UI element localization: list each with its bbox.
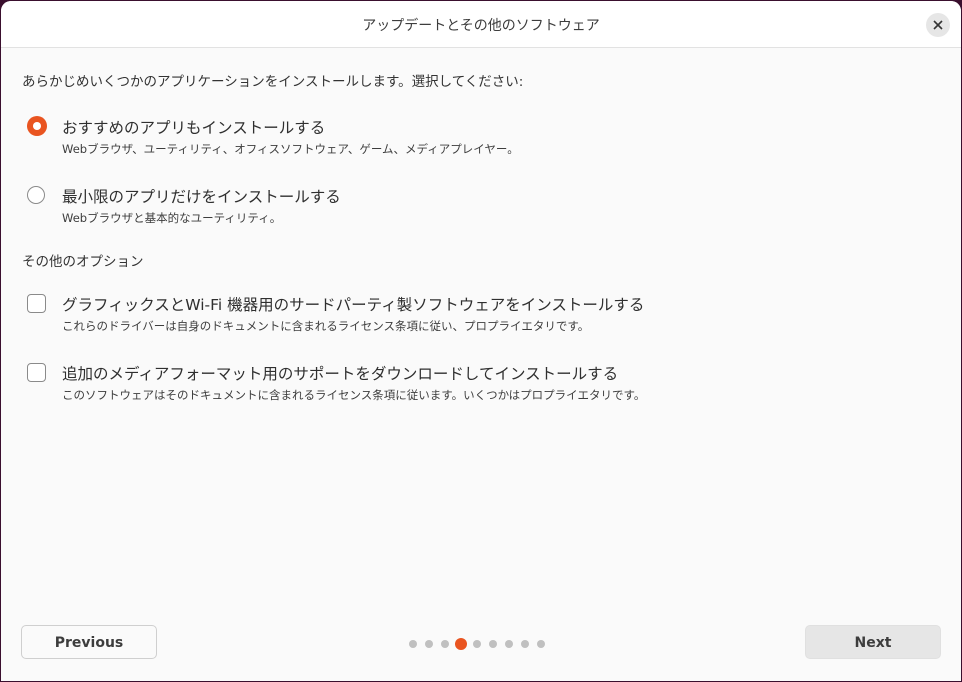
option-description: Webブラウザ、ユーティリティ、オフィスソフトウェア、ゲーム、メディアプレイヤー… (62, 142, 519, 156)
checkbox-third-party[interactable] (27, 294, 46, 313)
page-dot (505, 640, 513, 648)
option-description: Webブラウザと基本的なユーティリティ。 (62, 211, 282, 225)
page-dot (473, 640, 481, 648)
close-button[interactable] (926, 13, 950, 37)
page-dot (441, 640, 449, 648)
checkbox-media-formats[interactable] (27, 363, 46, 382)
close-icon (933, 20, 943, 30)
page-dot (521, 640, 529, 648)
page-dot (425, 640, 433, 648)
option-description: このソフトウェアはそのドキュメントに含まれるライセンス条項に従います。いくつかは… (62, 388, 646, 402)
title-bar: アップデートとその他のソフトウェア (1, 1, 961, 48)
intro-text: あらかじめいくつかのアプリケーションをインストールします。選択してください: (22, 74, 524, 90)
option-description: これらのドライバーは自身のドキュメントに含まれるライセンス条項に従い、プロプライ… (62, 319, 590, 333)
option-label: グラフィックスとWi-Fi 機器用のサードパーティ製ソフトウェアをインストールす… (62, 296, 645, 314)
previous-button[interactable]: Previous (21, 625, 157, 659)
radio-minimal-install[interactable] (27, 186, 45, 204)
page-dot (409, 640, 417, 648)
page-dot (489, 640, 497, 648)
option-label: おすすめのアプリもインストールする (62, 119, 326, 137)
next-button[interactable]: Next (805, 625, 941, 659)
window-title: アップデートとその他のソフトウェア (362, 18, 600, 34)
other-options-heading: その他のオプション (22, 254, 144, 270)
page-indicator (409, 637, 553, 651)
page-dot (537, 640, 545, 648)
page-dot-active (455, 638, 467, 650)
installer-window: アップデートとその他のソフトウェア あらかじめいくつかのアプリケーションをインス… (1, 1, 961, 681)
option-label: 最小限のアプリだけをインストールする (62, 188, 341, 206)
radio-normal-install[interactable] (27, 116, 47, 136)
option-label: 追加のメディアフォーマット用のサポートをダウンロードしてインストールする (62, 365, 619, 383)
